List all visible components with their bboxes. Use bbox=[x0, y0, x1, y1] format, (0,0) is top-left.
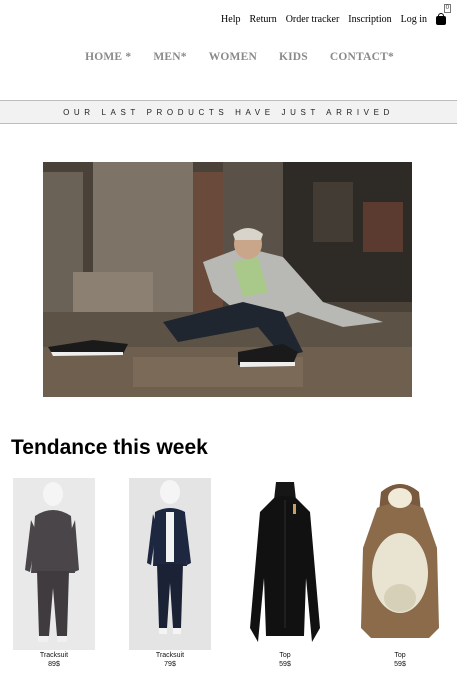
cart-count-badge: 0 bbox=[443, 4, 451, 13]
product-name: Top bbox=[394, 652, 406, 659]
product-image[interactable] bbox=[244, 478, 326, 650]
shopping-bag-icon bbox=[436, 16, 446, 25]
top-photo bbox=[244, 478, 326, 650]
login-link[interactable]: Log in bbox=[401, 14, 427, 25]
product-card[interactable]: Top 59$ bbox=[244, 478, 326, 669]
nav-women[interactable]: WOMEN bbox=[209, 51, 257, 63]
top-photo bbox=[359, 478, 441, 650]
main-nav: HOME * MEN* WOMEN KIDS CONTACT* bbox=[0, 51, 457, 63]
inscription-link[interactable]: Inscription bbox=[348, 14, 391, 25]
nav-contact[interactable]: CONTACT* bbox=[330, 51, 394, 63]
hero-image bbox=[43, 162, 412, 397]
nav-kids[interactable]: KIDS bbox=[279, 51, 308, 63]
nav-home[interactable]: HOME * bbox=[85, 51, 131, 63]
help-link[interactable]: Help bbox=[221, 14, 240, 25]
product-name: Tracksuit bbox=[39, 652, 69, 659]
product-price: 89$ bbox=[48, 661, 60, 668]
section-title: Tendance this week bbox=[11, 436, 208, 459]
cart-button[interactable]: 0 bbox=[435, 4, 451, 26]
utility-nav: Help Return Order tracker Inscription Lo… bbox=[212, 4, 451, 26]
tracksuit-photo bbox=[129, 478, 211, 650]
nav-men[interactable]: MEN* bbox=[153, 51, 186, 63]
announcement-text: OUR LAST PRODUCTS HAVE JUST ARRIVED bbox=[63, 107, 394, 117]
order-tracker-link[interactable]: Order tracker bbox=[286, 14, 340, 25]
product-card[interactable]: Top 59$ bbox=[359, 478, 441, 669]
return-link[interactable]: Return bbox=[249, 14, 276, 25]
announcement-banner: OUR LAST PRODUCTS HAVE JUST ARRIVED bbox=[0, 100, 457, 124]
product-name: Tracksuit bbox=[155, 652, 185, 659]
product-image[interactable] bbox=[129, 478, 211, 650]
product-price: 59$ bbox=[394, 661, 406, 668]
product-image[interactable] bbox=[359, 478, 441, 650]
product-card[interactable]: Tracksuit 89$ bbox=[13, 478, 95, 669]
hero-photo bbox=[43, 162, 412, 397]
product-card[interactable]: Tracksuit 79$ bbox=[129, 478, 211, 669]
product-price: 79$ bbox=[164, 661, 176, 668]
product-name: Top bbox=[279, 652, 291, 659]
tracksuit-photo bbox=[13, 478, 95, 650]
product-image[interactable] bbox=[13, 478, 95, 650]
product-price: 59$ bbox=[279, 661, 291, 668]
